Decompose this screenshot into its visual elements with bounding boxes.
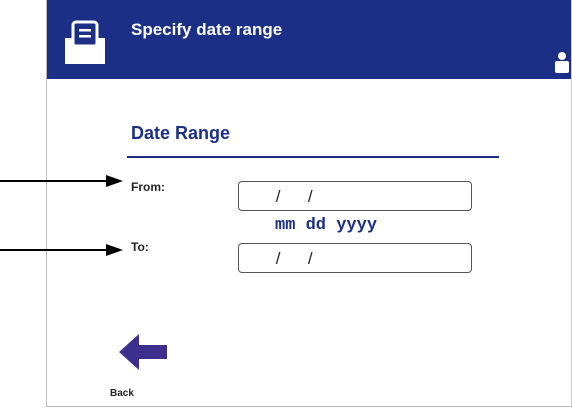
section-divider [127, 156, 499, 158]
date-range-screen: Specify date range Date Range From: / / … [46, 0, 572, 407]
from-label: From: [131, 180, 165, 194]
from-date-value: / / [265, 187, 330, 206]
section-title: Date Range [131, 123, 231, 143]
page-title: Specify date range [131, 20, 283, 39]
to-pointer-arrow [0, 244, 123, 256]
from-pointer-arrow [0, 175, 123, 187]
to-date-field[interactable]: / / [238, 243, 472, 273]
user-icon[interactable] [553, 51, 571, 73]
arrow-left-icon[interactable] [117, 332, 169, 372]
to-label: To: [131, 240, 149, 254]
back-label: Back [110, 388, 134, 399]
to-date-value: / / [265, 249, 330, 268]
date-format-hint: mm dd yyyy [275, 216, 378, 235]
header-bar: Specify date range [47, 0, 571, 79]
document-menu-icon[interactable] [61, 18, 109, 66]
from-date-field[interactable]: / / [238, 181, 472, 211]
